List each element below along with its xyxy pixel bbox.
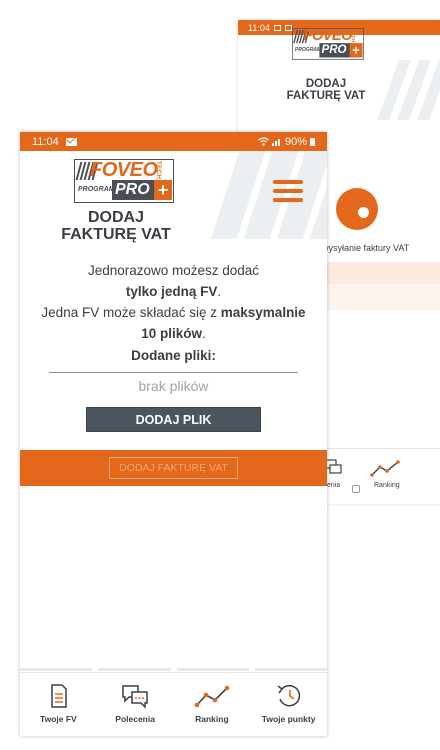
instructions-text: Jednorazowo możesz dodać tylko jedną FV.… (20, 260, 327, 344)
back-foveo-logo: FOVEO TECH PROGRAM PRO + (292, 28, 364, 60)
files-empty-state: brak plików (49, 372, 298, 398)
nav-item-ranking[interactable]: Ranking (174, 673, 251, 736)
back-mail-icon (284, 24, 292, 31)
status-time: 11:04 (32, 135, 59, 148)
add-file-button[interactable]: DODAJ PLIK (86, 407, 261, 432)
page-title-line1: DODAJ (87, 209, 144, 226)
signal-icon (271, 139, 280, 146)
chat-bubbles-icon (122, 685, 148, 709)
logo-brand: FOVEO (90, 159, 158, 181)
logo-sub: TECH (155, 161, 161, 180)
document-icon (51, 684, 68, 708)
nav-label: Polecenia (115, 714, 155, 724)
nav-label: Twoje FV (40, 714, 77, 724)
back-nav-label: Ranking (374, 482, 400, 489)
battery-icon (310, 137, 315, 146)
logo-plus: + (154, 180, 172, 200)
added-files-label: Dodane pliki: (131, 348, 216, 363)
submit-band: DODAJ FAKTURĘ VAT (20, 450, 327, 486)
nav-label: Twoje punkty (261, 714, 316, 724)
page-title-line2: FAKTURĘ VAT (61, 226, 171, 243)
back-home-square-icon (352, 485, 360, 493)
back-page-title: DODAJ FAKTURĘ VAT (286, 78, 366, 102)
status-bar: 11:04 90% (20, 132, 327, 151)
add-invoice-button[interactable]: DODAJ FAKTURĘ VAT (109, 457, 238, 479)
mail-icon (65, 137, 77, 146)
back-caption: wysyłanie faktury VAT (322, 243, 410, 253)
back-highlight-band (326, 262, 440, 286)
header: FOVEO TECH PROGRAM PRO + DODAJ FAKTURĘ V… (20, 151, 327, 261)
menu-hamburger-icon[interactable] (273, 180, 303, 206)
instructions-line3: Jedna FV może składać się z maksymalnie (41, 305, 306, 320)
back-highlight-band (326, 284, 440, 310)
instructions-line2: tylko jedną FV. (125, 284, 222, 299)
nav-item-twoje-fv[interactable]: Twoje FV (20, 673, 97, 736)
back-status-time: 11:04 (248, 22, 270, 33)
nav-label: Ranking (195, 714, 229, 724)
logo-pro: PRO (112, 180, 160, 200)
nav-item-polecenia[interactable]: Polecenia (97, 673, 174, 736)
instructions-line4: 10 plików. (141, 326, 206, 341)
battery-percent: 90% (284, 135, 307, 148)
back-image-icon (273, 24, 281, 31)
logo-program: PROGRAM (78, 186, 115, 193)
bottom-nav: Twoje FV Polecenia Ranking Twoje punkty (20, 672, 327, 736)
nav-item-twoje-punkty[interactable]: Twoje punkty (250, 673, 327, 736)
instructions-line1: Jednorazowo możesz dodać (87, 263, 260, 278)
trend-line-icon (194, 685, 230, 708)
page-title: DODAJ FAKTURĘ VAT (50, 209, 182, 243)
back-upload-icon (336, 188, 378, 230)
back-trend-icon (370, 460, 400, 477)
history-clock-icon (277, 684, 300, 707)
wifi-icon (258, 137, 269, 146)
foveo-pro-logo: FOVEO TECH PROGRAM PRO + (74, 159, 174, 203)
foreground-phone-screen: 11:04 90% FOVEO TECH PROGRAM PRO + DODAJ… (20, 132, 327, 736)
